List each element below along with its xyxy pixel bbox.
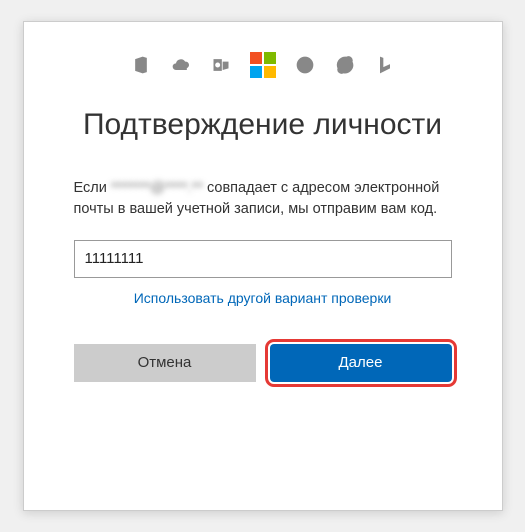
- office-icon: [130, 54, 152, 76]
- instruction-prefix: Если: [74, 180, 111, 196]
- next-button[interactable]: Далее: [270, 344, 452, 382]
- masked-email: *******@****.**: [111, 180, 203, 196]
- microsoft-logo-icon: [250, 52, 276, 78]
- outlook-icon: [210, 54, 232, 76]
- onedrive-icon: [170, 54, 192, 76]
- instruction-text: Если *******@****.** совпадает с адресом…: [74, 178, 452, 220]
- cancel-button[interactable]: Отмена: [74, 344, 256, 382]
- bing-icon: [374, 54, 396, 76]
- xbox-icon: [294, 54, 316, 76]
- service-icons-row: [74, 52, 452, 78]
- page-title: Подтверждение личности: [74, 106, 452, 144]
- verify-identity-card: Подтверждение личности Если *******@****…: [23, 21, 503, 511]
- verification-code-input[interactable]: [74, 240, 452, 278]
- use-different-verification-link[interactable]: Использовать другой вариант проверки: [74, 290, 452, 306]
- skype-icon: [334, 54, 356, 76]
- button-row: Отмена Далее: [74, 344, 452, 382]
